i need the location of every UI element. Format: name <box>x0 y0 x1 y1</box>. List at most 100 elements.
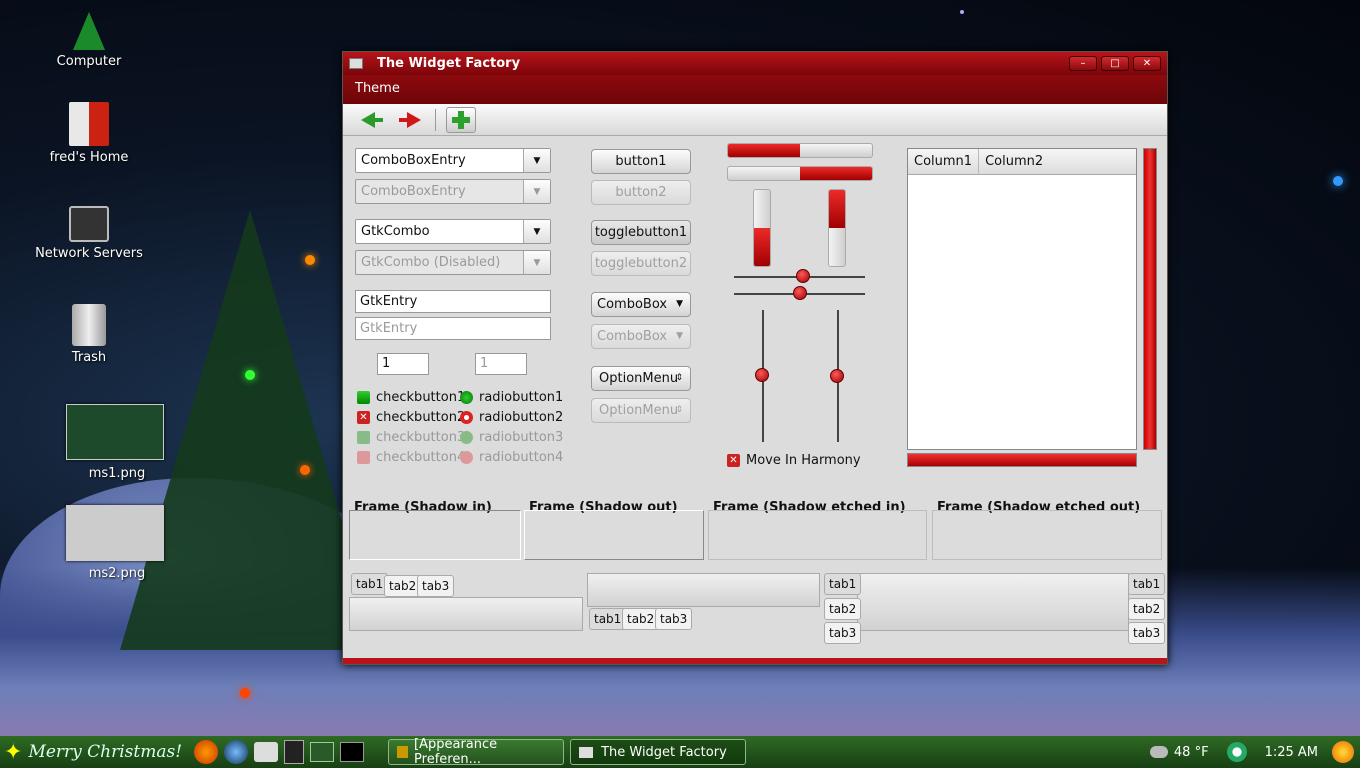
option-menu[interactable]: OptionMenu ⇕ <box>591 366 691 391</box>
clock[interactable]: 1:25 AM <box>1265 745 1318 760</box>
radio-icon <box>460 431 473 444</box>
gtk-combo-text: GtkCombo (Disabled) <box>361 255 501 270</box>
desktop-icon-label: Computer <box>56 54 122 69</box>
image-thumbnail[interactable] <box>66 505 164 561</box>
tab2-right[interactable]: tab2 <box>1128 598 1166 620</box>
desktop-icon-computer[interactable]: Computer <box>34 12 144 69</box>
frame-shadow-out <box>524 510 704 560</box>
column-header-1[interactable]: Column1 <box>908 149 980 174</box>
tab2-left[interactable]: tab2 <box>824 598 862 620</box>
hscale-knob[interactable] <box>796 269 810 283</box>
horizontal-scrollbar[interactable] <box>907 453 1137 467</box>
desktop-icon-ms1[interactable]: ms1.png <box>62 466 172 481</box>
star-menu-icon[interactable]: ✦ <box>4 740 22 765</box>
checkbutton-label: checkbutton3 <box>376 430 466 445</box>
combobox[interactable]: ComboBox ▼ <box>591 292 691 317</box>
gtk-combo-text: GtkCombo <box>361 224 430 239</box>
tab1-right[interactable]: tab1 <box>1128 573 1166 595</box>
task-appearance-preferences[interactable]: [Appearance Preferen... <box>388 737 565 767</box>
checkbutton1[interactable]: checkbutton1 <box>357 390 465 405</box>
togglebutton1[interactable]: togglebutton1 <box>591 220 691 245</box>
hscale-knob[interactable] <box>793 286 807 300</box>
spin-button[interactable]: 1 <box>377 353 429 375</box>
image-thumbnail[interactable] <box>66 404 164 460</box>
checkbutton3: checkbutton3 <box>357 430 465 445</box>
notebook-top-pane <box>349 597 583 631</box>
checkbutton2[interactable]: ✕ checkbutton2 <box>357 410 465 425</box>
firefox-icon[interactable] <box>194 740 219 764</box>
frame-shadow-etched-in <box>708 510 927 560</box>
progress-fill <box>829 190 845 228</box>
tree-view[interactable]: Column1 Column2 <box>907 148 1137 450</box>
vscale-knob[interactable] <box>755 368 769 382</box>
tab1-left[interactable]: tab1 <box>824 573 862 595</box>
trash-icon <box>72 304 106 346</box>
progress-bar-vertical <box>753 189 771 267</box>
checkbox-icon <box>357 431 370 444</box>
add-icon[interactable] <box>446 106 476 133</box>
messenger-icon[interactable] <box>254 742 279 762</box>
tab1-top[interactable]: tab1 <box>351 573 389 595</box>
spin-value: 1 <box>480 356 489 371</box>
tab3-right[interactable]: tab3 <box>1128 622 1166 644</box>
back-arrow-icon[interactable] <box>357 107 387 133</box>
tab3-top[interactable]: tab3 <box>417 575 455 597</box>
combobox-entry[interactable]: ComboBoxEntry ▼ <box>355 148 551 173</box>
radiobutton1[interactable]: radiobutton1 <box>460 390 563 405</box>
move-in-harmony-check[interactable]: ✕ Move In Harmony <box>727 453 861 468</box>
desktop-icon-ms2[interactable]: ms2.png <box>62 566 172 581</box>
vertical-scrollbar[interactable] <box>1143 148 1157 450</box>
maximize-button[interactable]: □ <box>1101 56 1129 71</box>
window-titlebar[interactable]: The Widget Factory – □ ✕ <box>343 52 1167 75</box>
terminal-icon[interactable] <box>340 742 365 762</box>
forward-arrow-icon[interactable] <box>395 107 425 133</box>
tab2-bottom[interactable]: tab2 <box>622 608 660 630</box>
weather-temperature[interactable]: 48 °F <box>1174 745 1209 760</box>
menu-greeting[interactable]: Merry Christmas! <box>28 742 182 762</box>
vscale-knob[interactable] <box>830 369 844 383</box>
radiobutton2[interactable]: radiobutton2 <box>460 410 563 425</box>
spin-button-disabled: 1 <box>475 353 527 375</box>
tab3-bottom[interactable]: tab3 <box>655 608 693 630</box>
desktop-icon-home[interactable]: fred's Home <box>34 102 144 165</box>
tree-light <box>240 688 250 698</box>
menu-theme[interactable]: Theme <box>355 81 400 96</box>
task-widget-factory[interactable]: The Widget Factory <box>570 739 747 765</box>
radio-icon <box>460 391 473 404</box>
gtk-entry[interactable]: GtkEntry <box>355 290 551 313</box>
option-menu-text: OptionMenu <box>599 371 679 386</box>
desktop-icon-trash[interactable]: Trash <box>34 304 144 365</box>
checkbox-icon <box>357 391 370 404</box>
button1[interactable]: button1 <box>591 149 691 174</box>
chevron-down-icon: ▼ <box>523 251 550 274</box>
combobox-text: ComboBox <box>597 329 668 344</box>
desktop-icon-label: Network Servers <box>35 246 143 261</box>
minimize-button[interactable]: – <box>1069 56 1097 71</box>
mail-icon[interactable] <box>224 740 249 764</box>
combobox-disabled: ComboBox ▼ <box>591 324 691 349</box>
radiobutton-label: radiobutton2 <box>479 410 564 425</box>
togglebutton2: togglebutton2 <box>591 251 691 276</box>
tab1-bottom[interactable]: tab1 <box>589 608 627 630</box>
chevron-down-icon: ▼ <box>523 180 550 203</box>
tab2-top[interactable]: tab2 <box>384 575 422 597</box>
window-icon <box>349 58 363 69</box>
tab3-left[interactable]: tab3 <box>824 622 862 644</box>
checkbutton-label: Move In Harmony <box>746 453 861 468</box>
widget-factory-window: The Widget Factory – □ ✕ Theme ComboBoxE… <box>342 51 1168 665</box>
column-header-2[interactable]: Column2 <box>979 149 1049 174</box>
radiobutton-label: radiobutton1 <box>479 390 564 405</box>
close-button[interactable]: ✕ <box>1133 56 1161 71</box>
clipboard-icon[interactable] <box>284 740 305 764</box>
chevron-down-icon: ▼ <box>676 331 683 341</box>
update-notifier-icon[interactable] <box>1226 742 1247 762</box>
checkbutton-label: checkbutton1 <box>376 390 466 405</box>
fire-icon[interactable] <box>1332 741 1354 763</box>
tree-light <box>305 255 315 265</box>
gtk-combo-disabled: GtkCombo (Disabled) ▼ <box>355 250 551 275</box>
gtk-combo[interactable]: GtkCombo ▼ <box>355 219 551 244</box>
desktop-icon-network[interactable]: Network Servers <box>34 206 144 261</box>
christmas-tree-icon <box>73 12 105 50</box>
appearance-icon <box>397 746 409 758</box>
show-desktop-icon[interactable] <box>310 742 335 762</box>
